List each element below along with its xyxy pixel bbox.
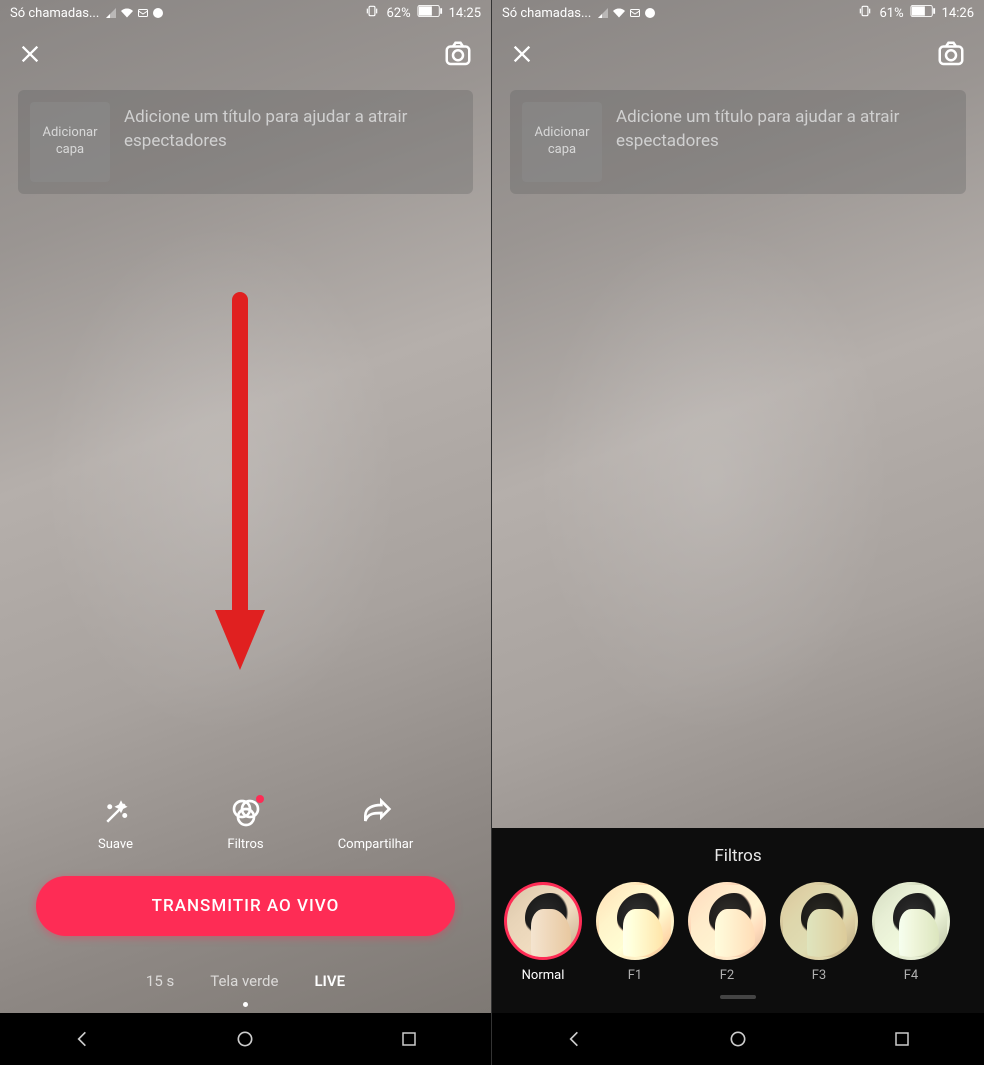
flip-camera-button[interactable] bbox=[936, 39, 966, 69]
share-label: Compartilhar bbox=[338, 837, 414, 852]
filter-thumbnail bbox=[780, 882, 858, 960]
filter-row[interactable]: Normal F1 F2 F3 F4 bbox=[492, 882, 984, 983]
home-button[interactable] bbox=[718, 1019, 758, 1059]
filter-thumbnail bbox=[596, 882, 674, 960]
home-button[interactable] bbox=[225, 1019, 265, 1059]
recents-button[interactable] bbox=[882, 1019, 922, 1059]
title-card: Adicionar capa Adicione um título para a… bbox=[18, 90, 473, 194]
share-icon bbox=[360, 797, 392, 829]
mode-tabs: 15 s Tela verde LIVE bbox=[0, 936, 491, 1002]
filters-label: Filtros bbox=[227, 837, 263, 852]
back-button[interactable] bbox=[62, 1019, 102, 1059]
toolbar: Suave Filtros Compartilhar bbox=[0, 797, 491, 868]
status-left: Só chamadas... bbox=[502, 6, 656, 21]
filter-f1[interactable]: F1 bbox=[596, 882, 674, 983]
go-live-button[interactable]: TRANSMITIR AO VIVO bbox=[36, 876, 455, 936]
title-card: Adicionar capa Adicione um título para a… bbox=[510, 90, 966, 194]
screen-left: Só chamadas... 62% 14:25 bbox=[0, 0, 492, 1065]
add-cover-button[interactable]: Adicionar capa bbox=[30, 102, 110, 182]
mode-greenscreen[interactable]: Tela verde bbox=[210, 972, 278, 990]
status-bar: Só chamadas... 61% 14:26 bbox=[492, 0, 984, 26]
filters-button[interactable]: Filtros bbox=[196, 797, 296, 852]
carrier-label: Só chamadas... bbox=[10, 6, 99, 21]
mode-indicator-dot bbox=[243, 1002, 248, 1007]
filter-label: F2 bbox=[720, 968, 735, 983]
panel-handle[interactable] bbox=[720, 995, 756, 999]
android-nav-bar bbox=[0, 1013, 491, 1065]
filter-f4[interactable]: F4 bbox=[872, 882, 950, 983]
back-button[interactable] bbox=[554, 1019, 594, 1059]
wand-icon bbox=[100, 797, 132, 829]
filter-thumbnail bbox=[688, 882, 766, 960]
close-button[interactable] bbox=[18, 42, 42, 66]
time-label: 14:26 bbox=[942, 6, 974, 21]
status-right: 61% 14:26 bbox=[857, 4, 974, 22]
add-cover-button[interactable]: Adicionar capa bbox=[522, 102, 602, 182]
share-button[interactable]: Compartilhar bbox=[326, 797, 426, 852]
filter-f2[interactable]: F2 bbox=[688, 882, 766, 983]
status-signal-icons bbox=[105, 7, 164, 19]
filter-label: Normal bbox=[522, 968, 565, 983]
android-nav-bar bbox=[492, 1013, 984, 1065]
filter-thumbnail bbox=[872, 882, 950, 960]
flip-camera-button[interactable] bbox=[443, 39, 473, 69]
mode-live[interactable]: LIVE bbox=[314, 972, 345, 990]
filter-label: F3 bbox=[812, 968, 827, 983]
carrier-label: Só chamadas... bbox=[502, 6, 591, 21]
battery-label: 61% bbox=[879, 6, 903, 21]
filter-label: F4 bbox=[904, 968, 919, 983]
filter-label: F1 bbox=[628, 968, 643, 983]
header bbox=[492, 26, 984, 82]
mode-15s[interactable]: 15 s bbox=[146, 972, 174, 990]
filter-thumbnail bbox=[504, 882, 582, 960]
vibrate-icon bbox=[857, 4, 873, 22]
battery-icon bbox=[417, 4, 443, 22]
status-bar: Só chamadas... 62% 14:25 bbox=[0, 0, 491, 26]
filter-normal[interactable]: Normal bbox=[504, 882, 582, 983]
status-signal-icons bbox=[597, 7, 656, 19]
status-left: Só chamadas... bbox=[10, 6, 164, 21]
filter-f3[interactable]: F3 bbox=[780, 882, 858, 983]
filter-panel: Filtros Normal F1 F2 F3 F4 bbox=[492, 828, 984, 1013]
recents-button[interactable] bbox=[389, 1019, 429, 1059]
title-input[interactable]: Adicione um título para ajudar a atrair … bbox=[124, 102, 461, 154]
time-label: 14:25 bbox=[449, 6, 481, 21]
screen-right: Só chamadas... 61% 14:26 bbox=[492, 0, 984, 1065]
notification-dot bbox=[256, 795, 264, 803]
beauty-label: Suave bbox=[98, 837, 133, 852]
vibrate-icon bbox=[364, 4, 380, 22]
status-right: 62% 14:25 bbox=[364, 4, 481, 22]
close-button[interactable] bbox=[510, 42, 534, 66]
beauty-button[interactable]: Suave bbox=[66, 797, 166, 852]
filter-panel-title: Filtros bbox=[492, 846, 984, 866]
title-input[interactable]: Adicione um título para ajudar a atrair … bbox=[616, 102, 954, 154]
battery-label: 62% bbox=[386, 6, 410, 21]
header bbox=[0, 26, 491, 82]
battery-icon bbox=[910, 4, 936, 22]
